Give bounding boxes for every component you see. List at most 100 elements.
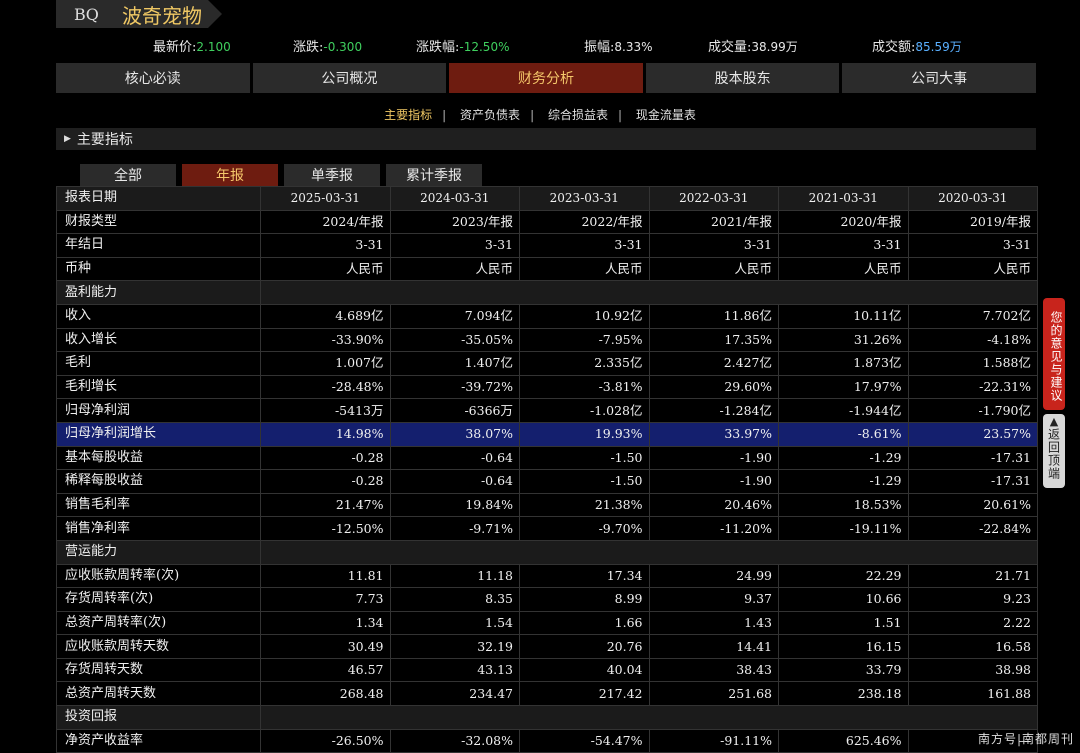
row-label: 净资产收益率 xyxy=(56,728,261,753)
cell-value: -1.944亿 xyxy=(778,398,909,423)
cell-value: 21.38% xyxy=(519,492,650,518)
cell-value: 2024/年报 xyxy=(260,209,391,235)
tab-core[interactable]: 核心必读 xyxy=(56,63,250,93)
header-label: 报表日期 xyxy=(56,186,261,211)
cell-value: 2020/年报 xyxy=(778,209,909,235)
quote-volume: 成交量:38.99万 xyxy=(708,40,798,55)
table-row: 总资产周转率(次) 1.34 1.54 1.66 1.43 1.51 2.22 xyxy=(56,610,1038,636)
cell-value: -1.284亿 xyxy=(648,398,779,423)
cell-value: -91.11% xyxy=(648,728,779,753)
group-filler xyxy=(260,705,1038,730)
tab-company-events[interactable]: 公司大事 xyxy=(842,63,1036,93)
financial-table: 报表日期 2025-03-31 2024-03-31 2023-03-31 2022-0… xyxy=(56,186,1038,753)
cell-value: 38.07% xyxy=(389,421,520,447)
row-label: 销售毛利率 xyxy=(56,492,261,518)
cell-value: -1.50 xyxy=(519,469,650,494)
cell-value: 23.57% xyxy=(907,421,1038,447)
cell-value: 3-31 xyxy=(648,233,779,258)
cell-value: 1.34 xyxy=(260,610,391,636)
table-row: 毛利增长 -28.48% -39.72% -3.81% 29.60% 17.97% -22.… xyxy=(56,374,1038,400)
table-row: 归母净利润增长 14.98% 38.07% 19.93% 33.97% -8.61% 23.… xyxy=(56,421,1038,447)
cell-value: 10.66 xyxy=(778,587,909,612)
volume-value: 38.99万 xyxy=(751,40,798,54)
cell-value: 1.407亿 xyxy=(389,351,520,376)
group-filler xyxy=(260,280,1038,305)
cell-value: 21.71 xyxy=(907,563,1038,589)
cell-value: -17.31 xyxy=(907,469,1038,494)
cell-value: 1.54 xyxy=(389,610,520,636)
row-label: 收入 xyxy=(56,303,261,329)
group-filler xyxy=(260,539,1038,565)
subnav-key-indicators[interactable]: 主要指标 xyxy=(378,106,438,123)
period-tab-annual[interactable]: 年报 xyxy=(182,164,278,186)
feedback-button[interactable]: 您的意见与建议 xyxy=(1043,298,1065,410)
header-date: 2020-03-31 xyxy=(907,186,1038,211)
cell-value: 22.29 xyxy=(778,563,909,589)
table-header-row: 报表日期 2025-03-31 2024-03-31 2023-03-31 2022-0… xyxy=(56,186,1038,211)
table-group-row: 盈利能力 xyxy=(56,280,1038,305)
cell-value: -54.47% xyxy=(519,728,650,753)
cell-value: -1.028亿 xyxy=(519,398,650,423)
cell-value: 161.88 xyxy=(907,681,1038,707)
cell-value: 38.98 xyxy=(907,657,1038,683)
cell-value: 2023/年报 xyxy=(389,209,520,235)
row-label: 稀释每股收益 xyxy=(56,469,261,494)
latest-price: 2.100 xyxy=(196,40,231,54)
cell-value: 268.48 xyxy=(260,681,391,707)
cell-value: -7.95% xyxy=(519,327,650,353)
cell-value: 17.34 xyxy=(519,563,650,589)
table-row: 毛利 1.007亿 1.407亿 2.335亿 2.427亿 1.873亿 1.588亿 xyxy=(56,351,1038,376)
cell-value: -22.84% xyxy=(907,516,1038,541)
cell-value: 40.04 xyxy=(519,657,650,683)
stock-code: BQ xyxy=(74,4,99,24)
table-row: 销售毛利率 21.47% 19.84% 21.38% 20.46% 18.53% 20.61… xyxy=(56,492,1038,518)
cell-value: 11.86亿 xyxy=(648,303,779,329)
table-group-row: 营运能力 xyxy=(56,539,1038,565)
cell-value: -0.28 xyxy=(260,469,391,494)
group-label: 盈利能力 xyxy=(56,280,261,305)
section-header[interactable]: ▶ 主要指标 xyxy=(56,128,1036,150)
back-to-top-button[interactable]: ▲ 返回顶端 xyxy=(1043,414,1065,488)
table-row: 应收账款周转率(次) 11.81 11.18 17.34 24.99 22.29 21.71 xyxy=(56,563,1038,589)
back-to-top-label: 返回顶端 xyxy=(1046,428,1061,480)
subnav-balance-sheet[interactable]: 资产负债表 xyxy=(454,106,526,123)
group-label: 投资回报 xyxy=(56,705,261,730)
table-row: 币种 人民币 人民币 人民币 人民币 人民币 人民币 xyxy=(56,256,1038,282)
cell-value: 2.22 xyxy=(907,610,1038,636)
row-label: 归母净利润 xyxy=(56,398,261,423)
tab-company-profile[interactable]: 公司概况 xyxy=(252,63,447,93)
cell-value: 18.53% xyxy=(778,492,909,518)
cell-value: 251.68 xyxy=(648,681,779,707)
period-tab-all[interactable]: 全部 xyxy=(80,164,176,186)
tab-shareholders[interactable]: 股本股东 xyxy=(645,63,840,93)
table-row: 收入 4.689亿 7.094亿 10.92亿 11.86亿 10.11亿 7.702亿 xyxy=(56,303,1038,329)
cell-value: -1.29 xyxy=(778,469,909,494)
cell-value: 234.47 xyxy=(389,681,520,707)
subnav-income-statement[interactable]: 综合损益表 xyxy=(542,106,614,123)
table-row: 收入增长 -33.90% -35.05% -7.95% 17.35% 31.26% -4.1… xyxy=(56,327,1038,353)
cell-value: -39.72% xyxy=(389,374,520,400)
cell-value: 1.007亿 xyxy=(260,351,391,376)
cell-value: -9.71% xyxy=(389,516,520,541)
tab-financial-analysis[interactable]: 财务分析 xyxy=(449,63,643,93)
cell-value: -0.64 xyxy=(389,469,520,494)
cell-value: -1.90 xyxy=(648,445,779,471)
period-tab-cumulative[interactable]: 累计季报 xyxy=(386,164,482,186)
period-tab-quarterly[interactable]: 单季报 xyxy=(284,164,380,186)
cell-value: 11.81 xyxy=(260,563,391,589)
subnav-cash-flow[interactable]: 现金流量表 xyxy=(630,106,702,123)
cell-value: -11.20% xyxy=(648,516,779,541)
cell-value: 7.702亿 xyxy=(907,303,1038,329)
table-row: 归母净利润 -5413万 -6366万 -1.028亿 -1.284亿 -1.944亿 -1… xyxy=(56,398,1038,423)
cell-value: -5413万 xyxy=(260,398,391,423)
stock-tag: BQ 波奇宠物 xyxy=(56,0,222,28)
cell-value: 21.47% xyxy=(260,492,391,518)
header-date: 2021-03-31 xyxy=(778,186,909,211)
table-row: 存货周转率(次) 7.73 8.35 8.99 9.37 10.66 9.23 xyxy=(56,587,1038,612)
cell-value: 7.73 xyxy=(260,587,391,612)
cell-value: 10.92亿 xyxy=(519,303,650,329)
table-row: 净资产收益率 -26.50% -32.08% -54.47% -91.11% 625.46… xyxy=(56,728,1038,753)
feedback-label: 您的意见与建议 xyxy=(1049,310,1063,402)
cell-value: 10.11亿 xyxy=(778,303,909,329)
price-pct-change: -12.50% xyxy=(459,40,510,54)
